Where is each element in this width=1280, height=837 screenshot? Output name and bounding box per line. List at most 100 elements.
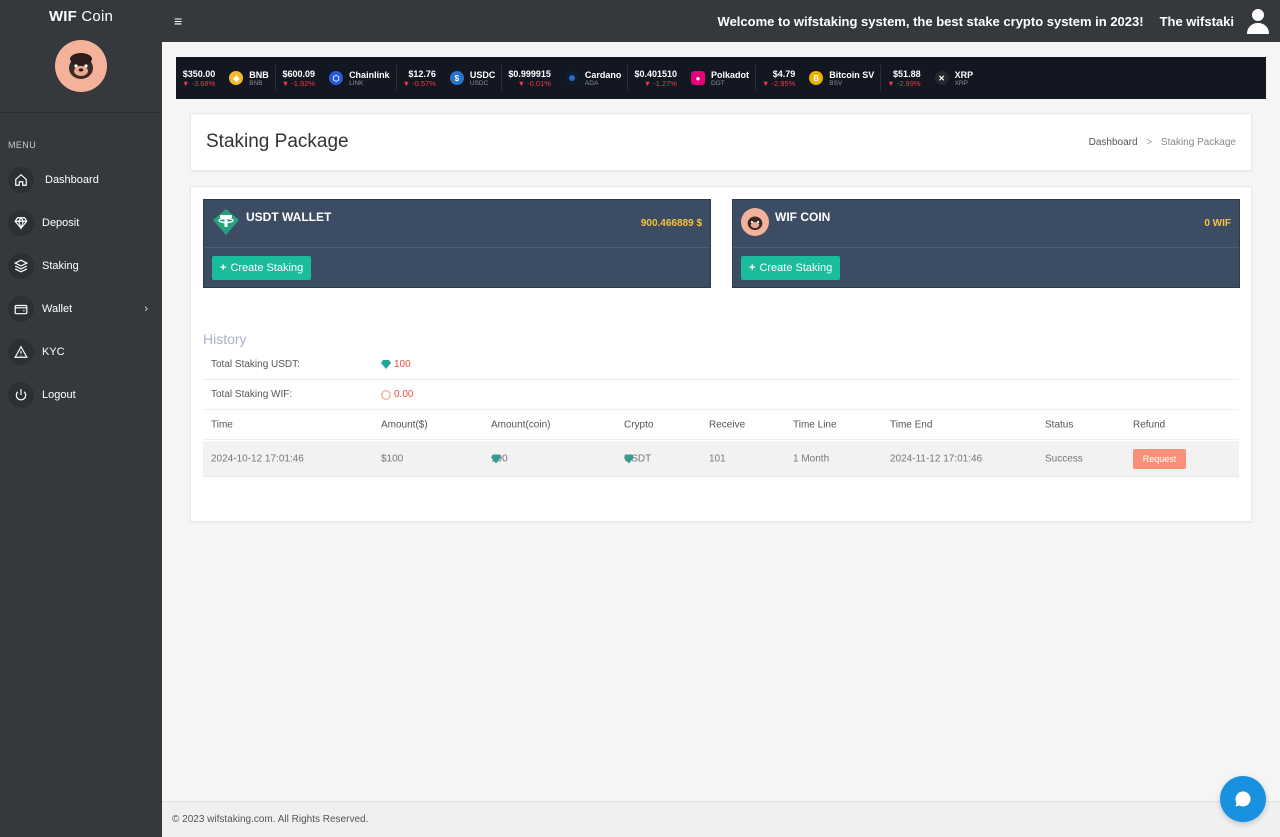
username[interactable]: The wifstaki [1160, 14, 1234, 29]
col-time-end: Time End [890, 419, 933, 430]
ticker-item[interactable]: $4.79 ▼ -2.95% B Bitcoin SV BSV [756, 65, 882, 91]
bitcoin-sv-coin-icon: B [809, 71, 824, 85]
cell-timeline: 1 Month [793, 453, 830, 464]
polkadot-coin-icon: ● [690, 71, 705, 85]
ticker-name: Polkadot [710, 69, 749, 80]
cell-status: Success [1045, 453, 1083, 464]
ticker-price-block: $51.88 ▼ -2.99% [887, 69, 920, 88]
sidebar-menu: Dashboard Deposit Staking Wallet › KYC L… [0, 158, 162, 416]
ticker-name: Bitcoin SV [829, 69, 875, 80]
table-row: 2024-10-12 17:01:46 $100 100 USDT 101 1 … [203, 441, 1239, 477]
col-crypto: Crypto [624, 419, 654, 430]
ticker-name: Chainlink [349, 69, 390, 80]
total-usdt-label: Total Staking USDT: [211, 359, 300, 370]
ticker-symbol: DOT [710, 79, 725, 87]
usdt-wallet-card: USDT WALLET 900.466889 $ + Create Staking [203, 199, 711, 288]
sidebar-item-kyc[interactable]: KYC [0, 330, 162, 373]
ticker-change: ▼ -2.99% [887, 78, 921, 88]
history-table-header: Time Amount($) Amount(coin) Crypto Recei… [203, 410, 1239, 440]
sidebar-item-label: Staking [42, 259, 79, 272]
ticker-symbol: ADA [584, 79, 599, 87]
ticker-item[interactable]: $350.00 ▼ -3.68% ◆ BNB BNB [176, 65, 276, 91]
top-header: ≡ Welcome to wifstaking system, the best… [162, 0, 1280, 42]
sidebar-item-wallet[interactable]: Wallet › [0, 287, 162, 330]
breadcrumb-home-link[interactable]: Dashboard [1089, 137, 1138, 148]
sidebar-item-deposit[interactable]: Deposit [0, 201, 162, 244]
total-wif-value: 0.00 [381, 389, 413, 400]
ticker-item[interactable]: $0.401510 ▼ -1.27% ● Polkadot DOT [628, 65, 756, 91]
ticker-symbol: USDC [469, 79, 489, 87]
chat-bubble-icon[interactable] [1220, 776, 1266, 822]
sidebar-item-label: Wallet [42, 302, 73, 315]
usdc-coin-icon: $ [449, 71, 464, 85]
cardano-coin-icon: ✺ [564, 71, 579, 85]
wif-wallet-card: WIF COIN 0 WIF + Create Staking [732, 199, 1240, 288]
dog-logo-icon[interactable] [55, 40, 107, 92]
ticker-price-block: $0.999915 ▼ -0.01% [508, 69, 551, 88]
ticker-price: $600.09 [282, 68, 316, 79]
total-wif-amount: 0.00 [394, 389, 414, 400]
create-staking-label: Create Staking [759, 262, 833, 274]
col-amount-coin: Amount(coin) [491, 419, 551, 430]
sidebar-item-label: Dashboard [45, 173, 99, 186]
menu-title: MENU [8, 140, 37, 150]
create-staking-usdt-button[interactable]: + Create Staking [212, 256, 312, 280]
chevron-right-icon: › [144, 302, 148, 315]
ticker-symbol: BNB [249, 79, 263, 87]
ticker-item[interactable]: $12.76 ▼ -0.57% $ USDC USDC [397, 65, 503, 91]
home-icon [8, 166, 34, 193]
wallet-balance: 0 WIF [1204, 218, 1231, 229]
sidebar-item-logout[interactable]: Logout [0, 373, 162, 416]
wallet-header: USDT WALLET 900.466889 $ [204, 200, 710, 248]
ticker-change: ▼ -1.27% [643, 78, 677, 88]
total-staking-usdt-row: Total Staking USDT: 100 [203, 350, 1239, 380]
cell-amount-coin-value: 100 [491, 453, 508, 464]
wallet-name: WIF COIN [775, 210, 831, 224]
total-wif-label: Total Staking WIF: [211, 389, 293, 400]
welcome-message: Welcome to wifstaking system, the best s… [717, 13, 1144, 29]
ticker-item[interactable]: $51.88 ▼ -2.99% ✕ XRP XRP [881, 65, 979, 91]
wallet-balance: 900.466889 $ [640, 218, 702, 229]
ticker-symbol: BSV [829, 79, 843, 87]
ticker-price: $4.79 [772, 68, 796, 79]
ticker-price: $0.999915 [508, 68, 551, 79]
xrp-coin-icon: ✕ [934, 71, 949, 85]
crypto-ticker: $350.00 ▼ -3.68% ◆ BNB BNB $600.09 ▼ -1.92%… [176, 57, 1266, 99]
plus-icon: + [220, 262, 227, 274]
create-staking-wif-button[interactable]: + Create Staking [741, 256, 841, 280]
brand-name[interactable]: WIF Coin [0, 8, 162, 25]
brand-name-bold: WIF [48, 8, 78, 25]
col-timeline: Time Line [793, 419, 837, 430]
ticker-price: $12.76 [408, 68, 436, 79]
ticker-item[interactable]: $600.09 ▼ -1.92% ⬡ Chainlink LINK [276, 65, 397, 91]
ticker-name-block: Polkadot DOT [711, 70, 749, 87]
layers-icon [8, 252, 34, 279]
sidebar-item-label: Deposit [42, 216, 80, 229]
cell-receive: 101 [709, 453, 726, 464]
col-receive: Receive [709, 419, 746, 430]
ticker-item[interactable]: $0.999915 ▼ -0.01% ✺ Cardano ADA [502, 65, 629, 91]
breadcrumb: Dashboard > Staking Package [1089, 137, 1236, 148]
sidebar-item-staking[interactable]: Staking [0, 244, 162, 287]
cell-amount-usd: $100 [381, 453, 404, 464]
ticker-change: ▼ -2.95% [762, 78, 796, 88]
sidebar-item-dashboard[interactable]: Dashboard [0, 158, 162, 201]
hamburger-menu-icon[interactable]: ≡ [174, 13, 182, 29]
ticker-name: Cardano [584, 69, 622, 80]
user-avatar-icon[interactable] [1246, 7, 1270, 35]
ticker-price-block: $4.79 ▼ -2.95% [762, 69, 795, 88]
col-time: Time [211, 419, 233, 430]
ticker-name-block: USDC USDC [470, 70, 496, 87]
power-icon [8, 381, 34, 408]
sidebar-item-label: Logout [42, 388, 76, 401]
footer-copyright: © 2023 wifstaking.com. All Rights Reserv… [172, 814, 369, 825]
ticker-name: XRP [954, 69, 974, 80]
chainlink-coin-icon: ⬡ [329, 71, 344, 85]
refund-request-button[interactable]: Request [1133, 448, 1186, 469]
breadcrumb-current: Staking Package [1160, 136, 1236, 148]
ticker-change: ▼ -1.92% [281, 78, 316, 88]
ticker-price-block: $12.76 ▼ -0.57% [403, 69, 436, 88]
gem-icon [381, 360, 391, 369]
sidebar-item-label: KYC [42, 345, 65, 358]
ticker-name-block: BNB BNB [249, 70, 269, 87]
